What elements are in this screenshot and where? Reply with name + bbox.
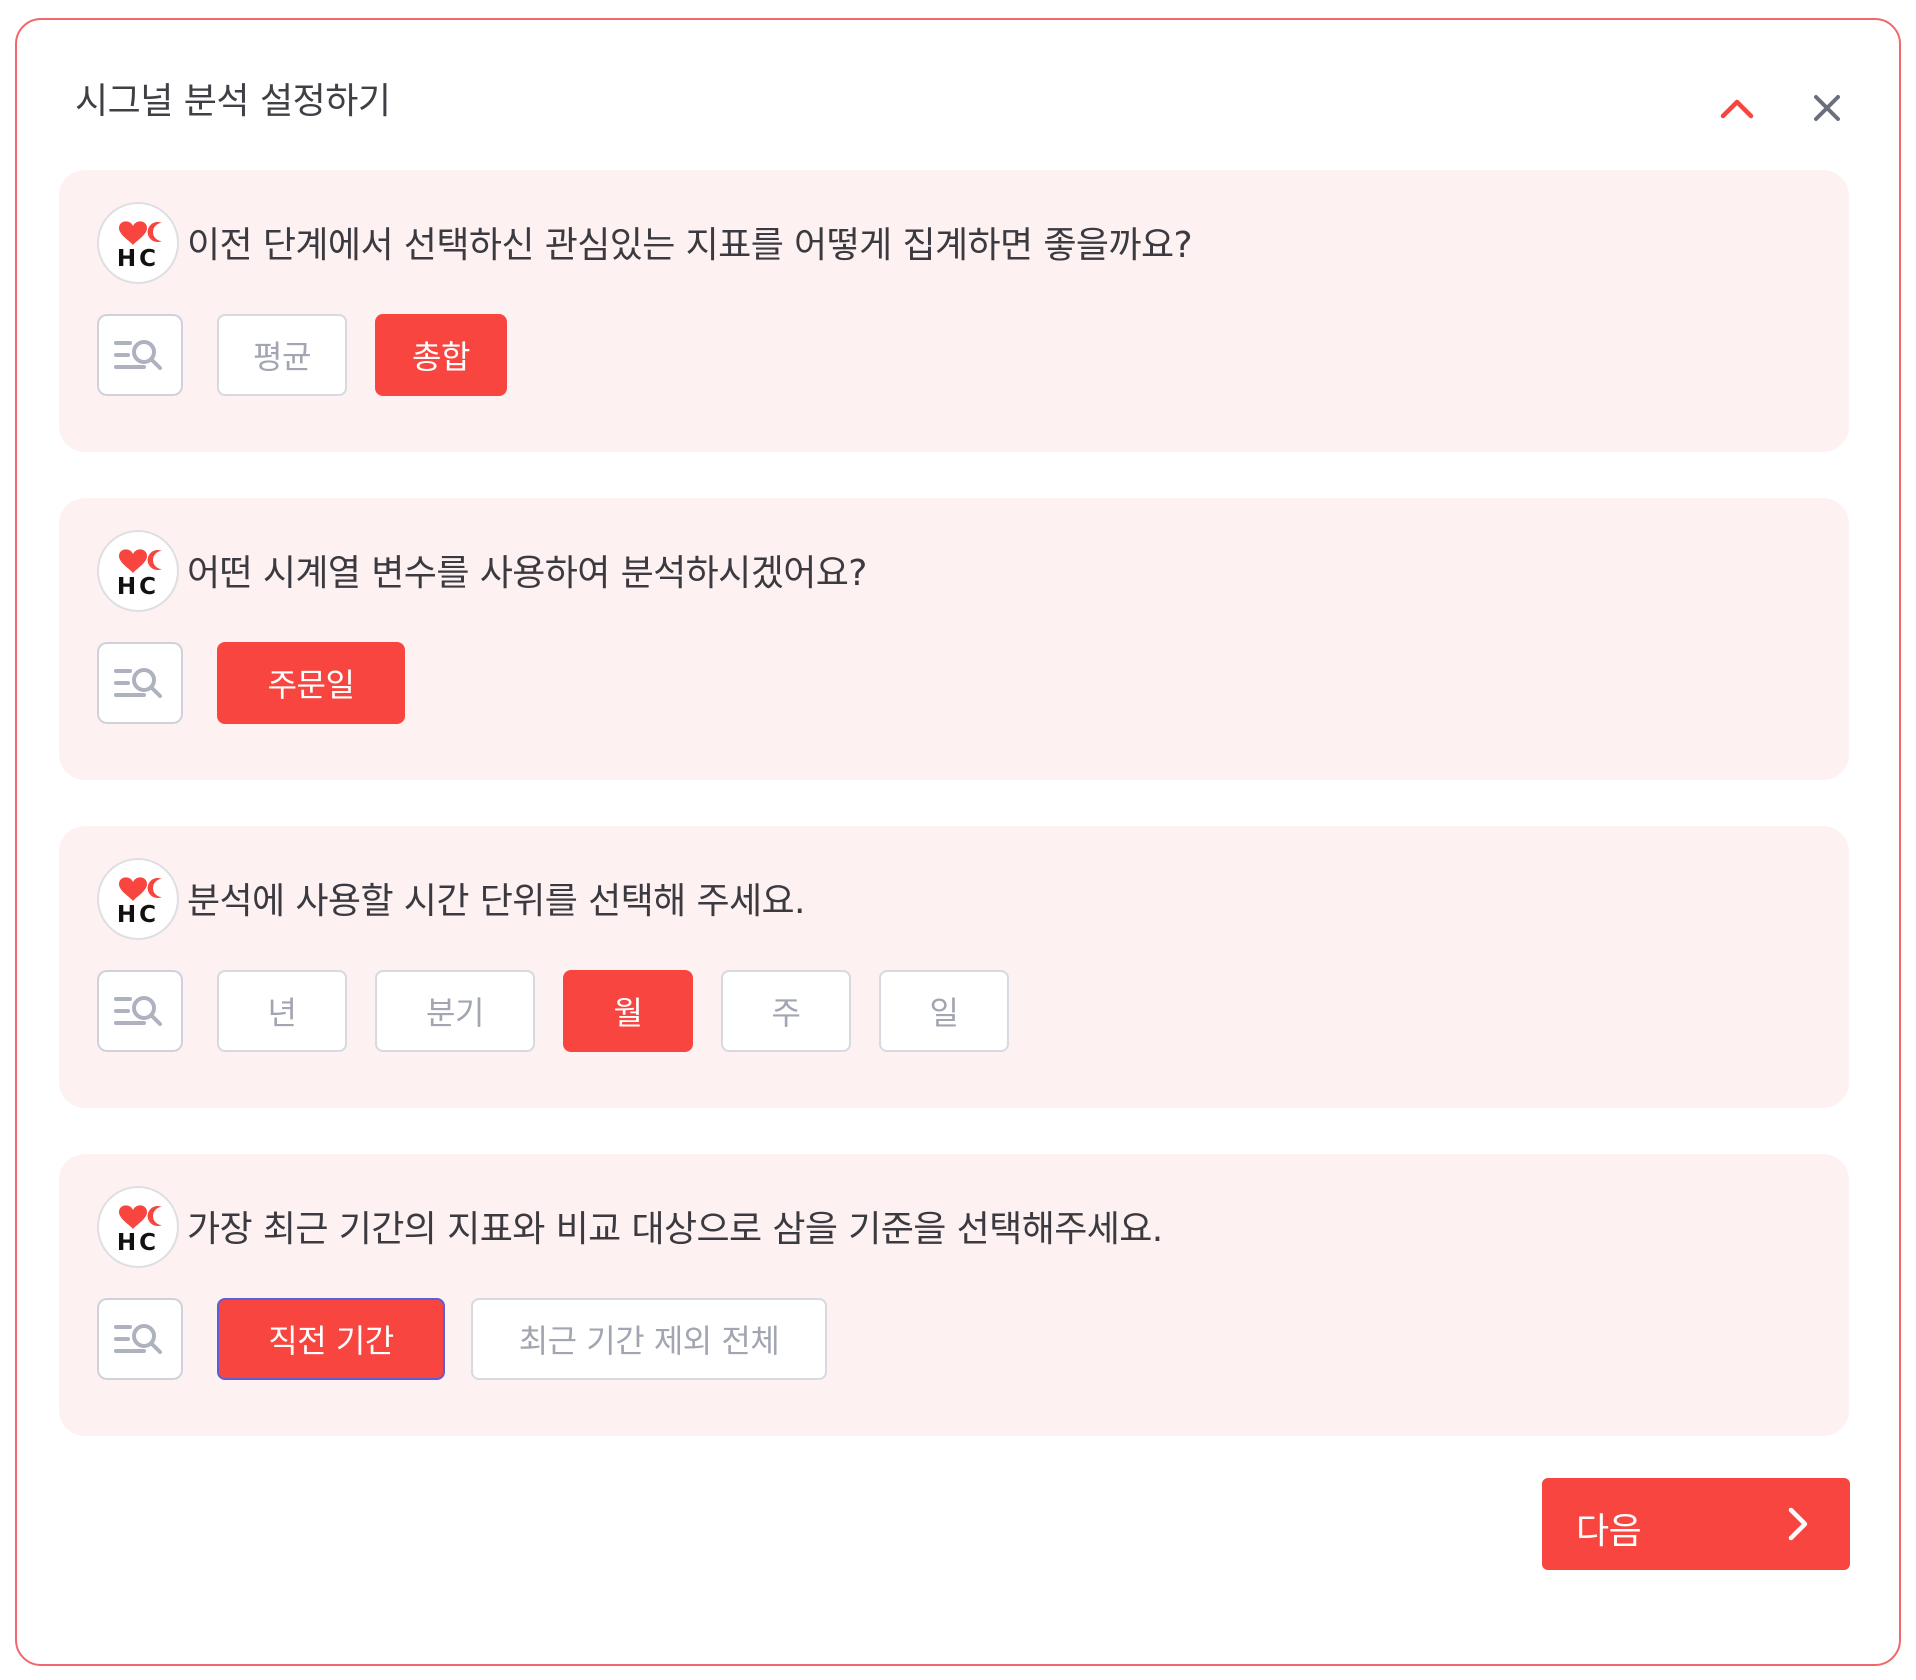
search-list-icon (114, 996, 162, 1026)
hc-avatar: HC (97, 202, 179, 284)
option-average[interactable]: 평균 (217, 314, 347, 396)
crescent-mark-icon (147, 222, 162, 242)
question-card-aggregation: HC 이전 단계에서 선택하신 관심있는 지표를 어떻게 집계하면 좋을까요? … (59, 170, 1849, 452)
option-year[interactable]: 년 (217, 970, 347, 1052)
search-list-button[interactable] (97, 1298, 183, 1380)
close-button[interactable] (1797, 78, 1857, 138)
question-text: 어떤 시계열 변수를 사용하여 분석하시겠어요? (187, 553, 867, 594)
close-icon (1814, 95, 1840, 121)
option-sum[interactable]: 총합 (375, 314, 507, 396)
collapse-button[interactable] (1707, 78, 1767, 138)
crescent-mark-icon (147, 1206, 162, 1226)
search-list-icon (114, 340, 162, 370)
option-day[interactable]: 일 (879, 970, 1009, 1052)
question-card-comparison: HC 가장 최근 기간의 지표와 비교 대상으로 삼을 기준을 선택해주세요. … (59, 1154, 1849, 1436)
question-text: 가장 최근 기간의 지표와 비교 대상으로 삼을 기준을 선택해주세요. (187, 1209, 1163, 1250)
question-card-time-unit: HC 분석에 사용할 시간 단위를 선택해 주세요. 년 분기 월 주 일 (59, 826, 1849, 1108)
hc-avatar: HC (97, 1186, 179, 1268)
option-month[interactable]: 월 (563, 970, 693, 1052)
search-list-button[interactable] (97, 970, 183, 1052)
question-card-time-variable: HC 어떤 시계열 변수를 사용하여 분석하시겠어요? 주문일 (59, 498, 1849, 780)
search-list-button[interactable] (97, 642, 183, 724)
avatar-text: HC (117, 246, 159, 272)
heart-mark-icon (119, 221, 147, 245)
hc-avatar: HC (97, 858, 179, 940)
heart-mark-icon (119, 549, 147, 573)
crescent-mark-icon (147, 878, 162, 898)
avatar-text: HC (117, 1230, 159, 1256)
option-quarter[interactable]: 분기 (375, 970, 535, 1052)
search-list-icon (114, 1324, 162, 1354)
avatar-text: HC (117, 574, 159, 600)
search-list-button[interactable] (97, 314, 183, 396)
panel-title: 시그널 분석 설정하기 (75, 81, 391, 122)
next-button-label: 다음 (1576, 1511, 1642, 1552)
crescent-mark-icon (147, 550, 162, 570)
heart-mark-icon (119, 877, 147, 901)
option-group: 평균 총합 (97, 314, 535, 396)
option-group: 주문일 (97, 642, 433, 724)
heart-mark-icon (119, 1205, 147, 1229)
chevron-right-icon (1788, 1507, 1808, 1541)
option-week[interactable]: 주 (721, 970, 851, 1052)
hc-avatar: HC (97, 530, 179, 612)
option-previous-period[interactable]: 직전 기간 (217, 1298, 445, 1380)
next-button[interactable]: 다음 (1542, 1478, 1850, 1570)
avatar-text: HC (117, 902, 159, 928)
option-group: 년 분기 월 주 일 (97, 970, 1037, 1052)
search-list-icon (114, 668, 162, 698)
signal-analysis-panel: 시그널 분석 설정하기 HC 이전 단계에서 선택하신 관심있는 지표를 어떻게… (15, 18, 1901, 1666)
option-all-except-recent[interactable]: 최근 기간 제외 전체 (471, 1298, 827, 1380)
chevron-up-icon (1720, 99, 1754, 119)
question-text: 이전 단계에서 선택하신 관심있는 지표를 어떻게 집계하면 좋을까요? (187, 225, 1193, 266)
option-group: 직전 기간 최근 기간 제외 전체 (97, 1298, 855, 1380)
question-text: 분석에 사용할 시간 단위를 선택해 주세요. (187, 881, 806, 922)
option-order-date[interactable]: 주문일 (217, 642, 405, 724)
